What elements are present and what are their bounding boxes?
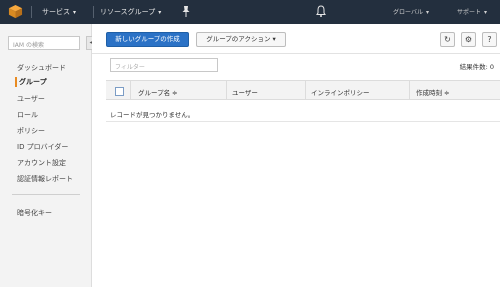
column-divider [409, 81, 410, 99]
refresh-button[interactable]: ↻ [440, 32, 455, 47]
sidebar-item-identity-providers[interactable]: ID プロバイダー [17, 142, 68, 152]
sidebar-search-input[interactable]: IAM の検索 [8, 36, 80, 50]
account-menu[interactable]: グローバル ▾ [393, 7, 429, 16]
top-navigation-bar: サービス ▾ リソースグループ ▾ グローバル ▾ サポート ▾ [0, 0, 500, 24]
help-button[interactable]: ? [482, 32, 497, 47]
sidebar-item-roles[interactable]: ロール [17, 110, 38, 120]
sidebar-item-policies[interactable]: ポリシー [17, 126, 45, 136]
pin-icon[interactable] [181, 6, 191, 17]
sidebar-item-dashboard[interactable]: ダッシュボード [17, 63, 66, 73]
resource-groups-label: リソースグループ [100, 8, 156, 16]
column-divider [226, 81, 227, 99]
filter-input[interactable]: フィルター [110, 58, 218, 72]
services-label: サービス [42, 8, 70, 16]
chevron-down-icon: ▾ [73, 9, 77, 16]
resource-groups-menu[interactable]: リソースグループ ▾ [100, 7, 161, 17]
support-menu[interactable]: サポート ▾ [457, 7, 487, 16]
table-header: グループ名 ≑ ユーザー インラインポリシー 作成時刻 ≑ [106, 80, 500, 100]
table-row-divider [106, 121, 500, 122]
column-divider [130, 81, 131, 99]
main-content: 新しいグループの作成 グループのアクション ▾ ↻ ⚙ ? フィルター 結果件数… [92, 24, 500, 287]
sidebar: IAM の検索 ◂ ダッシュボード グループ ユーザー ロール ポリシー ID … [0, 24, 96, 287]
group-actions-dropdown[interactable]: グループのアクション ▾ [196, 32, 286, 47]
sidebar-divider [12, 194, 80, 195]
create-group-button[interactable]: 新しいグループの作成 [106, 32, 189, 47]
help-icon: ? [487, 35, 492, 44]
column-header-inline-policy[interactable]: インラインポリシー [311, 87, 370, 97]
sidebar-item-encryption-keys[interactable]: 暗号化キー [17, 208, 52, 218]
services-menu[interactable]: サービス ▾ [42, 7, 76, 17]
settings-button[interactable]: ⚙ [461, 32, 476, 47]
nav-divider [31, 6, 32, 18]
column-divider [305, 81, 306, 99]
select-all-checkbox[interactable] [115, 87, 124, 96]
column-header-creation-time[interactable]: 作成時刻 ≑ [416, 87, 450, 97]
chevron-down-icon: ▾ [425, 9, 429, 16]
sidebar-item-credential-report[interactable]: 認証情報レポート [17, 174, 73, 184]
empty-table-message: レコードが見つかりません。 [110, 111, 195, 119]
aws-logo-icon[interactable] [8, 4, 23, 19]
refresh-icon: ↻ [444, 35, 451, 44]
account-label: グローバル [393, 9, 423, 16]
toolbar: 新しいグループの作成 グループのアクション ▾ ↻ ⚙ ? [92, 24, 500, 54]
support-label: サポート [457, 9, 482, 16]
sidebar-item-account-settings[interactable]: アカウント設定 [17, 158, 66, 168]
nav-divider [93, 6, 94, 18]
notification-bell-icon[interactable] [316, 5, 326, 17]
result-count: 結果件数: 0 [459, 63, 494, 71]
gear-icon: ⚙ [464, 35, 473, 44]
chevron-down-icon: ▾ [484, 9, 488, 16]
column-header-group-name[interactable]: グループ名 ≑ [138, 87, 178, 97]
column-header-users[interactable]: ユーザー [232, 87, 258, 97]
sidebar-item-groups[interactable]: グループ [15, 77, 47, 87]
sidebar-item-users[interactable]: ユーザー [17, 94, 45, 104]
chevron-down-icon: ▾ [158, 9, 162, 16]
